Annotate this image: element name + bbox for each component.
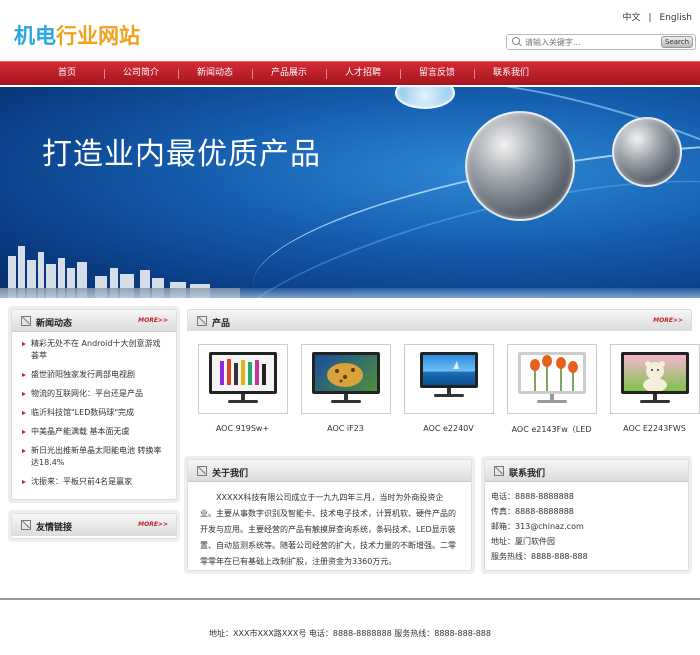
- links-title: 友情链接: [36, 523, 73, 533]
- circuit-bubble-image: [612, 117, 682, 187]
- news-list: 精彩无处不在 Android十大创意游戏荟萃 盛世骄阳独家发行两部电视剧 物流的…: [12, 332, 176, 488]
- contact-email[interactable]: 邮箱：313@chinaz.com: [491, 519, 688, 534]
- panel-icon: [21, 520, 31, 530]
- news-more-link[interactable]: MORE>>: [138, 317, 168, 324]
- news-item[interactable]: 精彩无处不在 Android十大创意游戏荟萃: [22, 338, 168, 362]
- logo-text-1: 机电: [14, 24, 56, 48]
- panel-icon: [197, 466, 207, 476]
- product-card[interactable]: AOC E2243FWS: [603, 344, 700, 435]
- monitor-image: [620, 352, 689, 403]
- footer-divider: [0, 598, 700, 600]
- machine-bubble-image: [465, 111, 575, 221]
- lang-english-link[interactable]: English: [660, 13, 693, 23]
- links-panel: 友情链接 MORE>>: [11, 513, 177, 539]
- beach-illustration: [452, 361, 459, 369]
- about-text: XXXXX科技有限公司成立于一九九四年三月，当时为外商投资企业。主要从事数字识别…: [200, 493, 456, 566]
- nav-item-home[interactable]: 首页: [30, 62, 104, 85]
- links-panel-header: 友情链接 MORE>>: [12, 514, 176, 536]
- product-name[interactable]: AOC E2243FWS: [603, 424, 700, 433]
- logo-text-2: 行业网站: [56, 24, 140, 48]
- news-item[interactable]: 中美晶产能满载 基本面无虞: [22, 426, 168, 438]
- contact-fax: 传真：8888-8888888: [491, 507, 574, 516]
- product-image-frame[interactable]: [506, 344, 597, 414]
- monitor-image: [517, 352, 586, 403]
- banner-bottom-band: [0, 288, 700, 298]
- product-card[interactable]: AOC e2143Fw（LED: [500, 344, 603, 435]
- nav-item-contact[interactable]: 联系我们: [474, 62, 548, 85]
- products-more-link[interactable]: MORE>>: [653, 317, 683, 324]
- search-input[interactable]: [525, 37, 655, 47]
- contact-address: 地址：厦门软件园: [491, 537, 555, 546]
- site-logo[interactable]: 机电行业网站: [14, 20, 140, 50]
- nav-item-news[interactable]: 新闻动态: [178, 62, 252, 85]
- about-panel-header: 关于我们: [188, 460, 471, 482]
- nav-item-about[interactable]: 公司简介: [104, 62, 178, 85]
- news-item[interactable]: 盛世骄阳独家发行两部电视剧: [22, 369, 168, 381]
- news-item[interactable]: 临沂科技馆"LED数码球"完成: [22, 407, 168, 419]
- tulips-illustration: [529, 355, 578, 391]
- about-title: 关于我们: [212, 469, 249, 479]
- news-item[interactable]: 物流的互联网化：平台还是产品: [22, 388, 168, 400]
- news-item[interactable]: 新日光出推新单晶太阳能电池 转换率达18.4%: [22, 445, 168, 469]
- products-panel-header: 产品 MORE>>: [187, 309, 692, 331]
- product-image-frame[interactable]: [197, 344, 288, 414]
- product-card[interactable]: AOC e2240V: [397, 344, 500, 435]
- product-name[interactable]: AOC e2240V: [397, 424, 500, 433]
- panel-icon: [494, 466, 504, 476]
- lang-separator: |: [648, 13, 652, 23]
- product-name[interactable]: AOC iF23: [294, 424, 397, 433]
- search-icon: [512, 37, 522, 47]
- main-nav: 首页 公司简介 新闻动态 产品展示 人才招聘 留言反馈 联系我们: [0, 61, 700, 85]
- monitor-image: [419, 352, 478, 397]
- about-panel: 关于我们 XXXXX科技有限公司成立于一九九四年三月，当时为外商投资企业。主要从…: [187, 459, 472, 571]
- contact-phone: 电话：8888-8888888: [491, 492, 574, 501]
- product-list: AOC 919Sw+ AOC iF23 AOC e2240V AOC e2143…: [191, 344, 700, 435]
- products-title: 产品: [212, 319, 231, 329]
- contact-title: 联系我们: [509, 469, 546, 479]
- footer-text: 地址：XXX市XXX路XXX号 电话：8888-8888888 服务热线：888…: [209, 629, 491, 638]
- panel-icon: [197, 316, 207, 326]
- news-title: 新闻动态: [36, 319, 73, 329]
- nav-item-jobs[interactable]: 人才招聘: [326, 62, 400, 85]
- contact-list: 电话：8888-8888888 传真：8888-8888888 邮箱：313@c…: [485, 482, 688, 564]
- contact-panel-header: 联系我们: [485, 460, 688, 482]
- search-box: Search: [506, 34, 696, 50]
- product-image-frame[interactable]: [609, 344, 700, 414]
- products-panel: 产品 MORE>> AOC 919Sw+ AOC iF23 AOC e2240V…: [187, 309, 700, 444]
- search-button[interactable]: Search: [661, 36, 693, 48]
- nav-item-feedback[interactable]: 留言反馈: [400, 62, 474, 85]
- links-more-link[interactable]: MORE>>: [138, 521, 168, 528]
- leopard-illustration: [326, 363, 363, 387]
- product-name[interactable]: AOC e2143Fw（LED: [500, 424, 603, 435]
- news-panel: 新闻动态 MORE>> 精彩无处不在 Android十大创意游戏荟萃 盛世骄阳独…: [11, 309, 177, 500]
- lang-chinese-link[interactable]: 中文: [622, 13, 640, 23]
- product-card[interactable]: AOC iF23: [294, 344, 397, 435]
- news-panel-header: 新闻动态 MORE>>: [12, 310, 176, 332]
- contact-panel: 联系我们 电话：8888-8888888 传真：8888-8888888 邮箱：…: [484, 459, 689, 571]
- monitor-image: [208, 352, 277, 403]
- language-switch: 中文 | English: [618, 10, 696, 23]
- product-image-frame[interactable]: [403, 344, 494, 414]
- contact-hotline: 服务热线：8888-888-888: [491, 552, 588, 561]
- product-name[interactable]: AOC 919Sw+: [191, 424, 294, 433]
- cosmetics-illustration: [219, 359, 266, 385]
- monitor-image: [311, 352, 380, 403]
- banner-slogan: 打造业内最优质产品: [42, 137, 321, 172]
- hero-banner: 打造业内最优质产品: [0, 87, 700, 298]
- panel-icon: [21, 316, 31, 326]
- product-image-frame[interactable]: [300, 344, 391, 414]
- toy-illustration: [642, 361, 667, 391]
- product-card[interactable]: AOC 919Sw+: [191, 344, 294, 435]
- news-item[interactable]: 沈振来：平板只前4名是赢家: [22, 476, 168, 488]
- nav-item-products[interactable]: 产品展示: [252, 62, 326, 85]
